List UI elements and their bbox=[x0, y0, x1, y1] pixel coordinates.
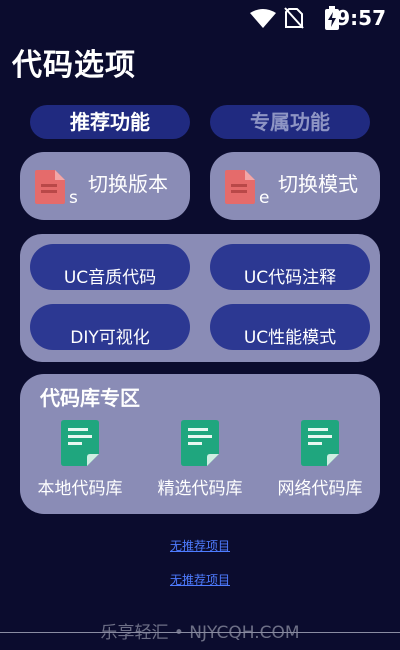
diy-visualization-button[interactable]: DIY可视化 bbox=[30, 304, 190, 350]
no-sim-icon bbox=[284, 7, 304, 29]
document-icon bbox=[181, 420, 219, 466]
no-recommendation-link[interactable]: 无推荐项目 bbox=[0, 571, 400, 588]
switch-version-label: 切换版本 bbox=[88, 172, 168, 196]
uc-code-comment-button[interactable]: UC代码注释 bbox=[210, 244, 370, 290]
pill-label: DIY可视化 bbox=[70, 328, 150, 348]
pill-label: UC性能模式 bbox=[243, 328, 337, 348]
library-panel: 代码库专区 本地代码库 精选代码库 网络代码库 bbox=[20, 374, 380, 514]
document-icon bbox=[301, 420, 339, 466]
file-letter: e bbox=[259, 188, 270, 208]
local-library-button[interactable]: 本地代码库 bbox=[20, 420, 140, 499]
tab-recommend[interactable]: 推荐功能 bbox=[30, 105, 190, 139]
switch-mode-button[interactable]: e 切换模式 bbox=[210, 152, 380, 220]
library-item-label: 网络代码库 bbox=[277, 479, 363, 499]
watermark: 乐享轻汇 • NJYCQH.COM bbox=[100, 623, 300, 643]
file-icon bbox=[35, 170, 65, 204]
featured-library-button[interactable]: 精选代码库 bbox=[140, 420, 260, 499]
no-recommendation-link[interactable]: 无推荐项目 bbox=[0, 537, 400, 554]
library-item-label: 精选代码库 bbox=[157, 479, 243, 499]
document-icon bbox=[61, 420, 99, 466]
divider bbox=[0, 632, 400, 633]
switch-version-button[interactable]: s 切换版本 bbox=[20, 152, 190, 220]
page-title: 代码选项 bbox=[12, 48, 136, 83]
pill-label: UC音质代码 bbox=[63, 268, 157, 288]
pill-label: UC代码注释 bbox=[243, 268, 337, 288]
status-bar: 9:57 bbox=[0, 0, 400, 36]
switch-mode-label: 切换模式 bbox=[278, 172, 358, 196]
feature-panel: UC音质代码 UC代码注释 DIY可视化 UC性能模式 bbox=[20, 234, 380, 362]
status-time: 9:57 bbox=[336, 6, 386, 30]
network-library-button[interactable]: 网络代码库 bbox=[260, 420, 380, 499]
library-item-label: 本地代码库 bbox=[37, 479, 123, 499]
wifi-icon bbox=[250, 9, 276, 28]
uc-audio-code-button[interactable]: UC音质代码 bbox=[30, 244, 190, 290]
uc-performance-mode-button[interactable]: UC性能模式 bbox=[210, 304, 370, 350]
library-title: 代码库专区 bbox=[40, 386, 140, 410]
file-letter: s bbox=[69, 188, 78, 208]
tab-exclusive[interactable]: 专属功能 bbox=[210, 105, 370, 139]
file-icon bbox=[225, 170, 255, 204]
